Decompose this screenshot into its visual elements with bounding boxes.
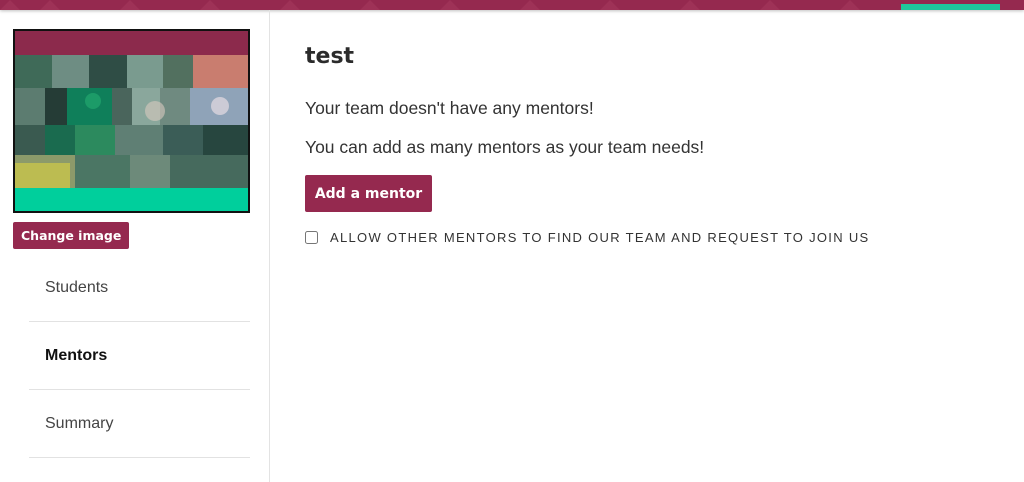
team-nav: Students Mentors Summary [29,254,250,458]
allow-mentors-checkbox[interactable] [305,231,318,244]
active-nav-indicator [901,4,1000,10]
top-header-bar [0,0,1024,10]
add-mentors-info: You can add as many mentors as your team… [305,137,705,157]
allow-mentors-row[interactable]: ALLOW OTHER MENTORS TO FIND OUR TEAM AND… [305,230,869,245]
header-pattern [0,0,860,10]
team-photo [13,29,250,213]
allow-mentors-label: ALLOW OTHER MENTORS TO FIND OUR TEAM AND… [330,230,870,245]
add-mentor-button[interactable]: Add a mentor [305,175,432,212]
nav-item-summary[interactable]: Summary [29,390,250,458]
change-image-button[interactable]: Change image [13,222,130,249]
sidebar: Change image Students Mentors Summary [0,10,270,482]
nav-item-students[interactable]: Students [29,254,250,322]
nav-item-mentors[interactable]: Mentors [29,322,250,390]
page-title: test [305,44,355,69]
no-mentors-message: Your team doesn't have any mentors! [305,98,594,118]
